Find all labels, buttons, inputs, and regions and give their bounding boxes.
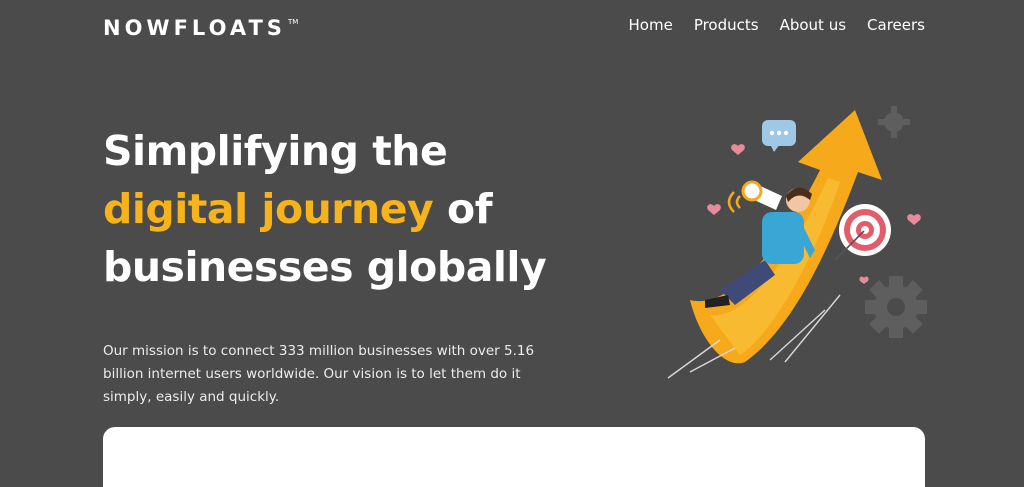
mission-text: Our mission is to connect 333 million bu…	[103, 342, 535, 405]
hero-line-2-rest: of	[433, 185, 493, 233]
main-nav: Home Products About us Careers	[629, 16, 925, 34]
growth-arrow-illustration	[667, 106, 927, 379]
brand-logo[interactable]: NOWFLOATS TM	[103, 16, 298, 40]
gear-icon	[878, 106, 910, 138]
content-card	[103, 427, 925, 487]
trademark-mark: TM	[287, 18, 299, 26]
hero-accent-text: digital journey	[103, 185, 434, 233]
nav-home[interactable]: Home	[629, 16, 673, 34]
hero-title: Simplifying the digital journey of busin…	[103, 122, 547, 296]
hero-line-2: digital journey of	[103, 180, 546, 238]
nav-about-us[interactable]: About us	[780, 16, 846, 34]
chat-bubble-icon	[762, 120, 796, 152]
nav-products[interactable]: Products	[694, 16, 759, 34]
target-icon	[834, 204, 891, 261]
brand-name: NOWFLOATS	[103, 16, 286, 40]
hero-line-3: businesses globally	[103, 243, 547, 291]
gear-large-icon	[865, 276, 927, 338]
hero-line-1: Simplifying the	[103, 127, 448, 175]
nav-careers[interactable]: Careers	[867, 16, 925, 34]
